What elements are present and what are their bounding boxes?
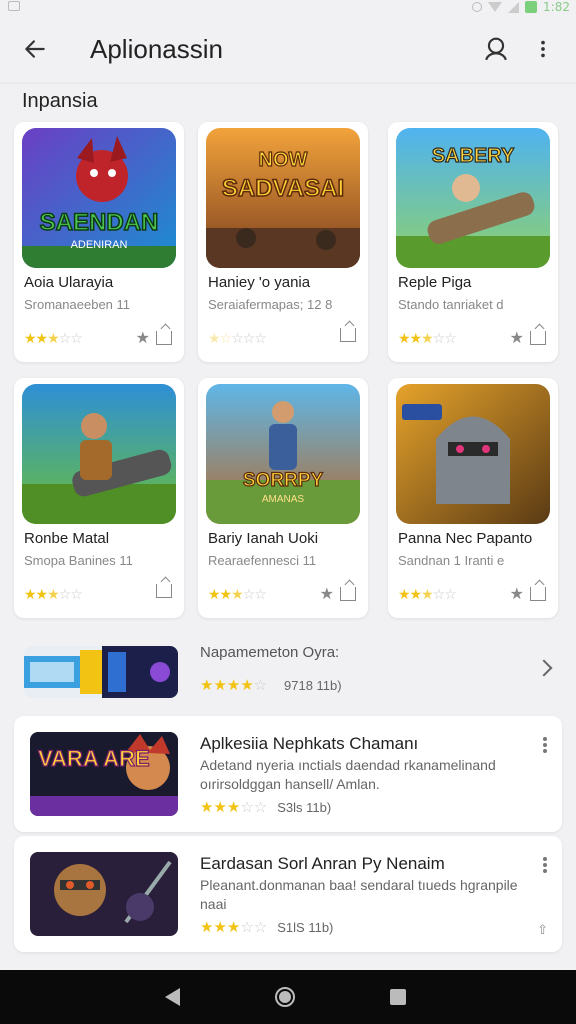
star-icon[interactable]: ★ [510,328,524,348]
svg-text:NOW: NOW [259,149,308,171]
share-icon[interactable] [156,584,172,598]
rating-stars: ★★★★☆ [200,677,268,694]
share-icon[interactable] [340,328,356,342]
more-vert-icon[interactable] [542,856,548,874]
arrow-left-icon[interactable] [22,36,48,62]
app-card[interactable]: NOW SADVASAI Haniey 'o yania Seraiaferma… [198,122,368,362]
app-thumbnail: VARA ARE [30,732,178,816]
rating-stars: ★★★☆☆ [398,330,457,346]
alarm-icon [472,2,483,12]
share-icon[interactable]: ⇧ [537,922,548,938]
app-developer: Rearaefennesci 11 [208,553,317,568]
notification-icon [8,1,20,11]
svg-text:SORRPY: SORRPY [243,470,324,491]
app-name: Ronbe Matal [24,530,110,547]
svg-text:AMANAS: AMANAS [262,494,305,505]
app-card[interactable]: SORRPY AMANAS Bariy Ianah Uoki Rearaefen… [198,378,368,618]
app-thumbnail [30,852,178,936]
app-name: Aoia Ularayia [24,274,114,291]
list-item-description: Pleanant.donmanan baa! sendaral tıueds h… [200,877,518,912]
list-item-title: Eardasan Sorl Anran Py Nenaim [200,854,445,873]
svg-text:VARA ARE: VARA ARE [38,746,150,771]
rating-stars: ★★★☆☆ [200,799,268,816]
svg-text:SABERY: SABERY [432,145,515,167]
app-developer: Smopa Banines 11 [24,553,133,568]
section-title: Inpansia [22,90,98,112]
app-developer: Seraiafermapas; 12 8 [208,297,333,312]
app-card[interactable]: SABERY Reple Piga Stando tanriaket d ★★★… [388,122,558,362]
chevron-right-icon[interactable] [535,659,553,677]
app-thumbnail [396,384,550,524]
signal-icon [508,1,520,13]
rating-stars: ★★★☆☆ [398,586,457,602]
app-name: Bariy Ianah Uoki [208,530,319,547]
page-title: Aplionassin [90,34,223,64]
featured-row[interactable]: Napamemeton Oyra: ★★★★☆ 9718 11b) [14,630,562,708]
star-icon[interactable]: ★ [510,584,524,604]
rating-count: S3ls 11b) [277,799,332,815]
svg-text:ADENIRAN: ADENIRAN [71,239,128,251]
rating-stars: ★★★☆☆ [24,330,83,346]
featured-banner [24,646,178,698]
list-item[interactable]: VARA ARE Aplkesiia Nephkats Chamanı Adet… [14,716,562,832]
app-name: Panna Nec Papanto [398,530,533,547]
more-vert-icon[interactable] [542,736,548,754]
app-card[interactable]: SAENDAN ADENIRAN Aoia Ularayia Sromanaee… [14,122,184,362]
app-name: Haniey 'o yania [208,274,311,291]
rating-count: S1lS 11b) [277,919,334,935]
nav-back-icon[interactable] [165,988,180,1006]
share-icon[interactable] [530,587,546,601]
wifi-icon [488,2,503,12]
app-card[interactable]: Ronbe Matal Smopa Banines 11 ★★★☆☆ [14,378,184,618]
rating-stars: ★★★☆☆ [200,919,268,936]
system-nav-bar [0,970,576,1024]
share-icon[interactable] [340,587,356,601]
search-icon[interactable] [483,36,509,62]
app-developer: Sandnan 1 Iranti e [398,553,505,568]
rating-count: 9718 11b) [284,678,342,693]
star-icon[interactable]: ★ [136,328,150,348]
rating-stars: ★★★☆☆ [208,586,267,602]
app-bar: Aplionassin [0,14,576,82]
list-item[interactable]: Eardasan Sorl Anran Py Nenaim Pleanant.d… [14,836,562,952]
star-icon[interactable]: ★ [320,584,334,604]
app-thumbnail: SORRPY AMANAS [206,384,360,524]
nav-home-icon[interactable] [275,987,295,1007]
more-vert-icon[interactable] [532,36,554,62]
list-item-title: Aplkesiia Nephkats Chamanı [200,734,419,753]
list-item-description: Adetand nyeria ınctials daendad rkanamel… [200,757,496,792]
app-thumbnail: SABERY [396,128,550,268]
app-developer: Stando tanriaket d [398,297,504,312]
app-card[interactable]: Panna Nec Papanto Sandnan 1 Iranti e ★★★… [388,378,558,618]
share-icon[interactable] [530,331,546,345]
share-icon[interactable] [156,331,172,345]
app-thumbnail: NOW SADVASAI [206,128,360,268]
app-name: Reple Piga [398,274,472,291]
status-bar: 1:82 [0,0,576,14]
status-time: 1:82 [543,0,570,14]
rating-stars: ★★★☆☆ [24,586,83,602]
battery-icon [525,1,538,13]
featured-title: Napamemeton Oyra: [200,644,340,661]
app-thumbnail: SAENDAN ADENIRAN [22,128,176,268]
app-developer: Sromanaeeben 11 [24,297,131,312]
nav-recents-icon[interactable] [390,989,406,1005]
app-thumbnail [22,384,176,524]
rating-stars: ★☆☆☆☆ [208,330,267,346]
svg-text:SAENDAN: SAENDAN [40,209,159,236]
svg-text:SADVASAI: SADVASAI [222,175,344,202]
